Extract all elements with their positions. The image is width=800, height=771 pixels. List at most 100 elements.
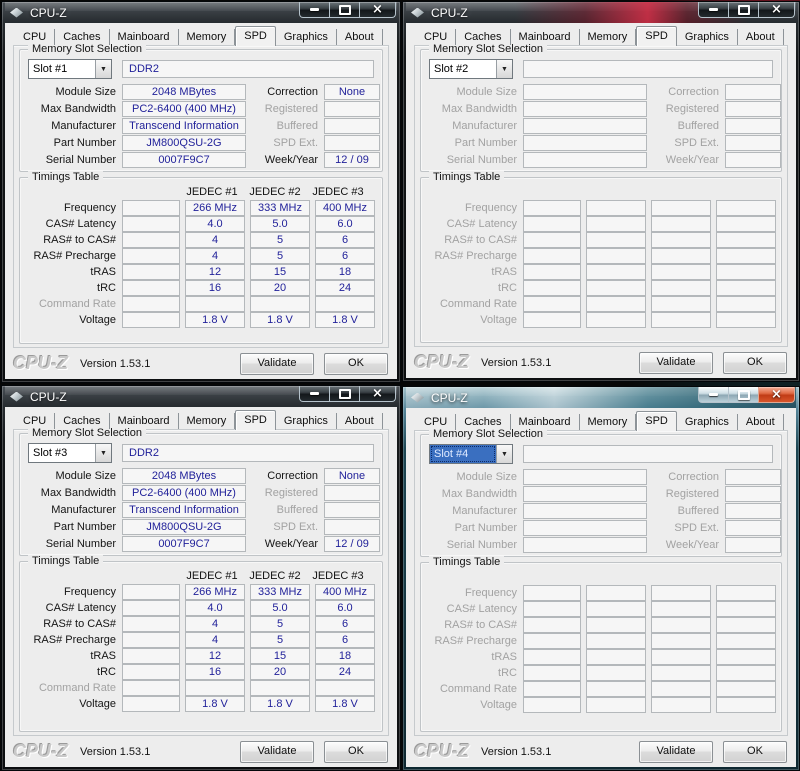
tab-about[interactable]: About <box>337 413 383 429</box>
validate-button[interactable]: Validate <box>639 351 713 374</box>
trc-jedec3: 24 <box>315 664 375 680</box>
tab-caches[interactable]: Caches <box>55 29 110 45</box>
close-icon: × <box>372 2 383 17</box>
tab-cpu[interactable]: CPU <box>416 29 457 45</box>
tras-jedec1: 12 <box>185 264 245 280</box>
tab-spd[interactable]: SPD <box>235 410 276 430</box>
tab-graphics[interactable]: Graphics <box>276 29 337 45</box>
minimize-button[interactable] <box>698 387 729 403</box>
trc-field-extra <box>122 280 180 296</box>
timing-row-ras-precharge: RAS# Precharge <box>429 633 776 649</box>
bottom-bar: CPU-Z Version 1.53.1 Validate OK <box>13 740 389 763</box>
maximize-button[interactable] <box>728 2 759 18</box>
tab-about[interactable]: About <box>337 29 383 45</box>
command-rate-jedec3 <box>716 296 776 312</box>
group-label: Timings Table <box>429 171 505 184</box>
timing-row-ras-to-cas: RAS# to CAS# 4 5 6 <box>28 232 375 248</box>
group-label: Timings Table <box>429 556 505 569</box>
chevron-down-icon[interactable]: ▼ <box>95 444 111 462</box>
timing-row-cas-latency: CAS# Latency <box>429 601 776 617</box>
voltage-field-extra <box>122 312 180 328</box>
frequency-jedec1: 266 MHz <box>185 200 245 216</box>
cpuz-window: CPU-Z × CPU Caches Mainboard Memory SPD … <box>1 385 401 771</box>
tab-memory[interactable]: Memory <box>580 414 637 430</box>
minimize-button[interactable] <box>299 386 330 402</box>
maximize-button[interactable] <box>329 386 360 402</box>
cas-latency-jedec3: 6.0 <box>315 600 375 616</box>
slot-select[interactable]: Slot #1 ▼ <box>28 59 112 79</box>
ok-button[interactable]: OK <box>324 352 388 375</box>
ok-button[interactable]: OK <box>723 740 787 763</box>
ok-button[interactable]: OK <box>324 740 388 763</box>
frequency-field-extra <box>523 585 581 601</box>
serial-number-label: Serial Number <box>446 538 517 551</box>
tab-mainboard[interactable]: Mainboard <box>511 414 580 430</box>
slot-select[interactable]: Slot #2 ▼ <box>429 59 513 79</box>
buffered-label: Buffered <box>276 503 318 516</box>
titlebar[interactable]: CPU-Z × <box>5 2 397 23</box>
titlebar[interactable]: CPU-Z × <box>5 386 397 407</box>
tab-graphics[interactable]: Graphics <box>677 414 738 430</box>
validate-button[interactable]: Validate <box>639 740 713 763</box>
timing-row-command-rate: Command Rate <box>429 296 776 312</box>
tab-graphics[interactable]: Graphics <box>276 413 337 429</box>
tab-caches[interactable]: Caches <box>456 414 511 430</box>
tab-memory[interactable]: Memory <box>179 413 236 429</box>
titlebar[interactable]: CPU-Z × <box>406 2 796 23</box>
jedec2-header: JEDEC #2 <box>249 570 301 582</box>
minimize-button[interactable] <box>299 2 330 18</box>
tab-cpu[interactable]: CPU <box>15 413 56 429</box>
tab-spd[interactable]: SPD <box>636 26 677 46</box>
close-button[interactable]: × <box>758 387 795 403</box>
max-bandwidth-label: Max Bandwidth <box>40 486 116 499</box>
slot-select[interactable]: Slot #3 ▼ <box>28 443 112 463</box>
tab-graphics[interactable]: Graphics <box>677 29 738 45</box>
ras-precharge-field-extra <box>122 248 180 264</box>
tab-caches[interactable]: Caches <box>55 413 110 429</box>
timing-row-frequency: Frequency 266 MHz 333 MHz 400 MHz <box>28 200 375 216</box>
trc-jedec3 <box>716 280 776 296</box>
chevron-down-icon[interactable]: ▼ <box>95 60 111 78</box>
cpuz-app-icon <box>411 392 424 403</box>
trc-field-extra <box>122 664 180 680</box>
close-button[interactable]: × <box>359 386 396 402</box>
ras-to-cas-jedec1 <box>586 232 646 248</box>
week-year-field: 12 / 09 <box>324 535 380 552</box>
tab-about[interactable]: About <box>738 29 784 45</box>
minimize-button[interactable] <box>698 2 729 18</box>
tab-about[interactable]: About <box>738 414 784 430</box>
ok-button[interactable]: OK <box>723 351 787 374</box>
ras-to-cas-jedec3 <box>716 617 776 633</box>
maximize-button[interactable] <box>728 387 759 403</box>
timings-table-group: Timings Table JEDEC #1 JEDEC #2 JEDEC #3… <box>19 171 383 344</box>
tab-mainboard[interactable]: Mainboard <box>110 413 179 429</box>
tab-mainboard[interactable]: Mainboard <box>110 29 179 45</box>
maximize-button[interactable] <box>329 2 360 18</box>
slot-select[interactable]: Slot #4 ▼ <box>429 444 513 464</box>
tab-memory[interactable]: Memory <box>580 29 637 45</box>
cpuz-logo: CPU-Z <box>414 352 469 372</box>
timing-row-tras: tRAS 12 15 18 <box>28 264 375 280</box>
validate-button[interactable]: Validate <box>240 740 314 763</box>
tab-cpu[interactable]: CPU <box>15 29 56 45</box>
tab-memory[interactable]: Memory <box>179 29 236 45</box>
command-rate-jedec2 <box>250 296 310 312</box>
voltage-label: Voltage <box>79 698 116 710</box>
chevron-down-icon[interactable]: ▼ <box>496 60 512 78</box>
close-button[interactable]: × <box>359 2 396 18</box>
chevron-down-icon[interactable]: ▼ <box>496 445 512 463</box>
timings-table-group: Timings Table JEDEC #1 JEDEC #2 JEDEC #3… <box>19 555 383 732</box>
module-size-field: 2048 MBytes <box>122 83 246 100</box>
spd-ext-field <box>324 518 380 535</box>
max-bandwidth-field <box>523 485 647 502</box>
info-row: Serial Number 0007F9C7 Week/Year 12 / 09 <box>28 535 380 552</box>
tab-caches[interactable]: Caches <box>456 29 511 45</box>
titlebar[interactable]: CPU-Z × <box>406 387 796 408</box>
close-button[interactable]: × <box>758 2 795 18</box>
tab-spd[interactable]: SPD <box>636 411 677 431</box>
tab-mainboard[interactable]: Mainboard <box>511 29 580 45</box>
validate-button[interactable]: Validate <box>240 352 314 375</box>
tab-spd[interactable]: SPD <box>235 26 276 46</box>
info-row: Max Bandwidth PC2-6400 (400 MHz) Registe… <box>28 484 380 501</box>
tab-cpu[interactable]: CPU <box>416 414 457 430</box>
